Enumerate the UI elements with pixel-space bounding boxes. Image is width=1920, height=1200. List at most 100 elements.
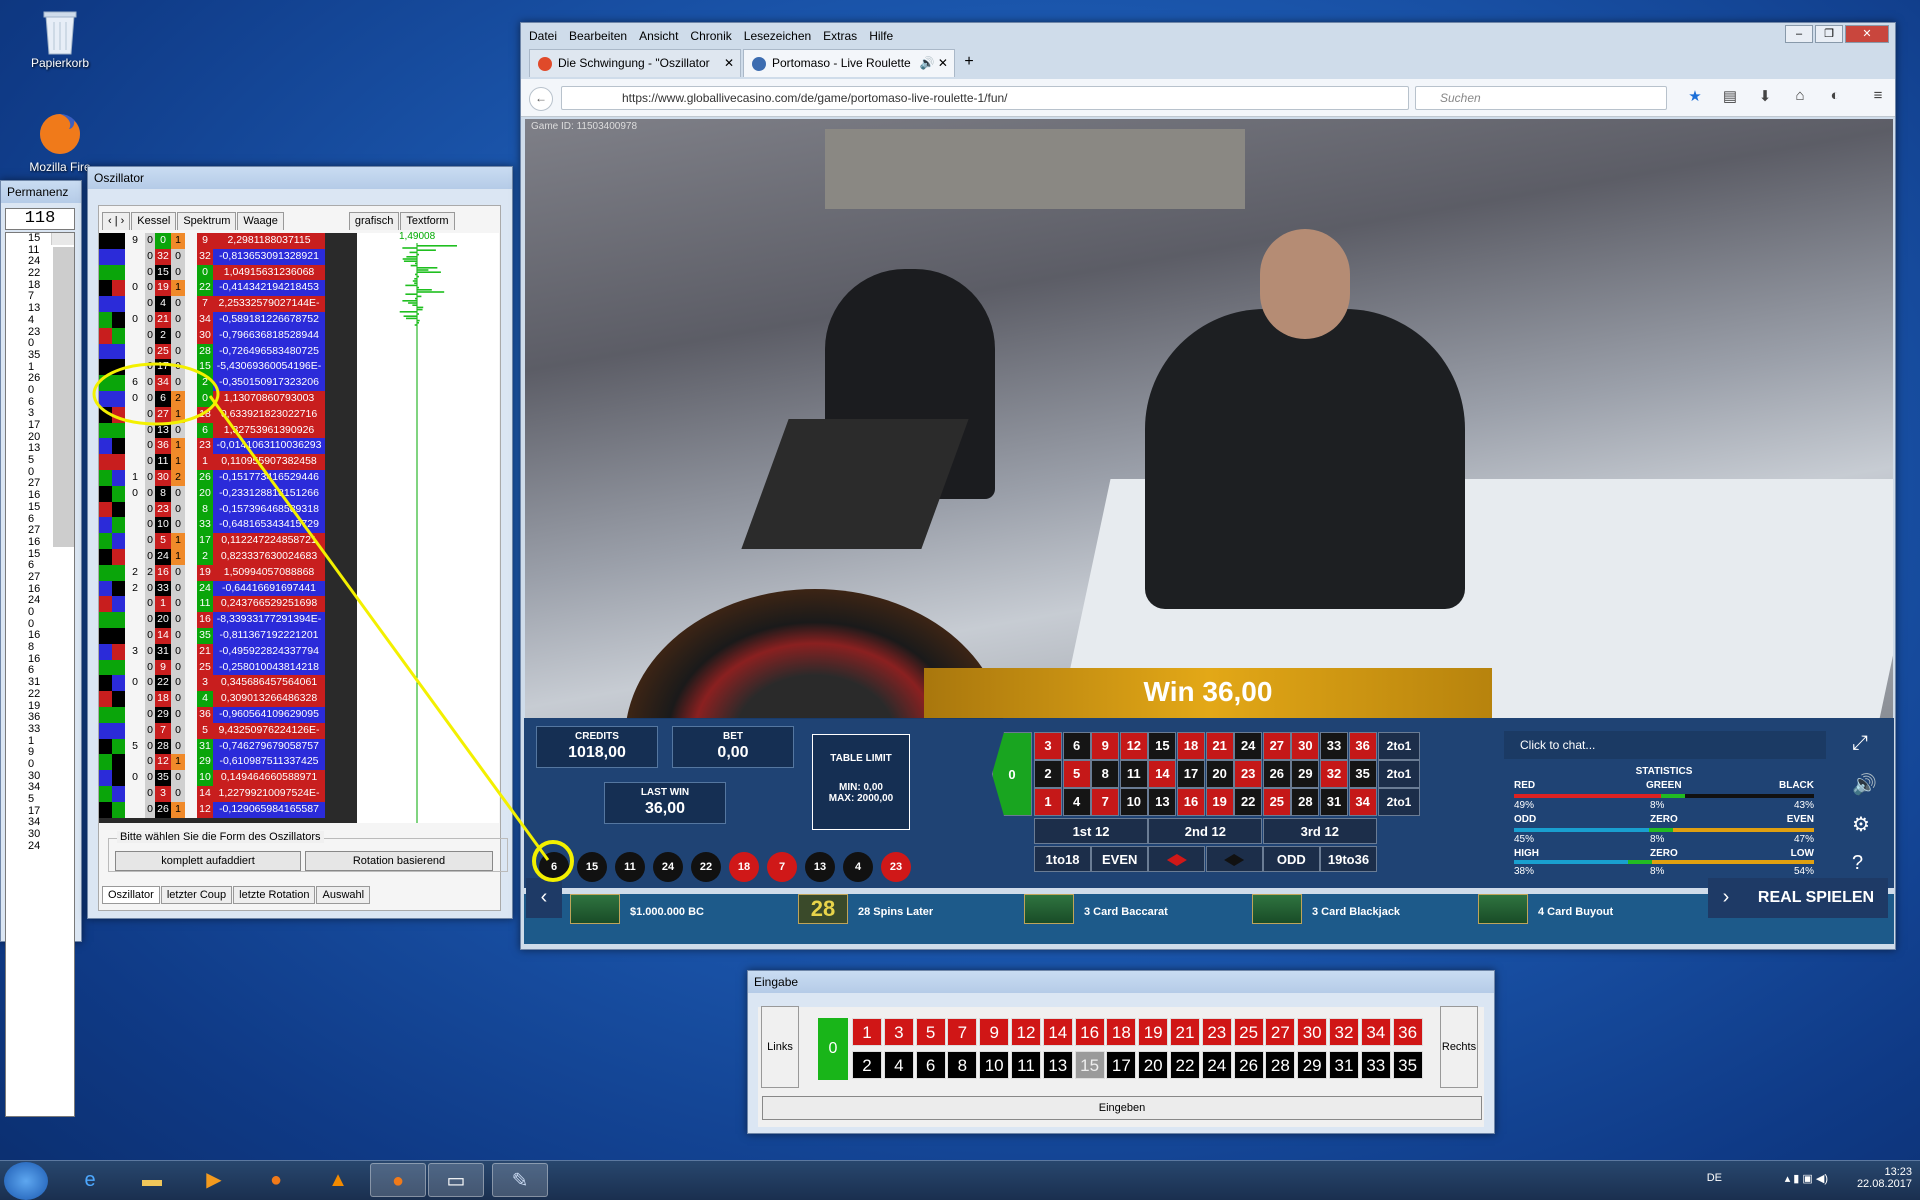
taskbar-app-icon[interactable]: ✎	[492, 1163, 548, 1197]
permanenz-list[interactable]: 15 11 24 22 18 7 13 4 23 0 35 1 26 0 6 3 17 20 13 5 0 27 16 15 6…	[5, 232, 75, 1117]
tab-portomaso[interactable]: Portomaso - Live Roulette 🔊 ✕	[743, 49, 955, 77]
eingabe-number[interactable]: 6	[915, 1051, 946, 1079]
permanenz-entry[interactable]: 0	[6, 606, 74, 619]
bet-number[interactable]: 10	[1119, 788, 1148, 816]
permanenz-entry[interactable]: 31	[6, 676, 74, 689]
bookmark-star-icon[interactable]: ★	[1683, 87, 1707, 105]
menu-bearbeiten[interactable]: Bearbeiten	[569, 29, 627, 43]
permanenz-entry[interactable]: 19	[6, 700, 74, 713]
bet-dozen[interactable]: 2nd 12	[1148, 818, 1263, 844]
bet-number[interactable]: 29	[1291, 760, 1320, 788]
download-icon[interactable]: ⬇	[1753, 87, 1777, 105]
minimize-button[interactable]: –	[1785, 25, 1813, 43]
close-tab-icon[interactable]: 🔊 ✕	[920, 50, 948, 76]
eingabe-number[interactable]: 18	[1106, 1018, 1137, 1046]
menu-datei[interactable]: Datei	[529, 29, 557, 43]
bet-number[interactable]: 31	[1320, 788, 1348, 816]
bet-number[interactable]: 1	[1034, 788, 1062, 816]
bet-number[interactable]: 33	[1320, 732, 1348, 760]
bet-number[interactable]: 28	[1291, 788, 1320, 816]
eingabe-number[interactable]: 31	[1329, 1051, 1359, 1079]
bet-number[interactable]: 19	[1205, 788, 1234, 816]
eingabe-number[interactable]: 25	[1233, 1018, 1264, 1046]
close-tab-icon[interactable]: ✕	[724, 50, 734, 76]
bet-number[interactable]: 24	[1234, 732, 1263, 760]
bet-outside[interactable]: 1to18	[1034, 846, 1091, 872]
permanenz-entry[interactable]: 34	[6, 817, 74, 829]
taskbar-firefox-icon[interactable]: ●	[248, 1163, 304, 1197]
eingabe-number[interactable]: 32	[1329, 1018, 1359, 1046]
real-spielen-button[interactable]: REAL SPIELEN	[1744, 878, 1888, 918]
eingabe-number[interactable]: 3	[883, 1018, 914, 1046]
permanenz-entry[interactable]: 30	[6, 828, 74, 841]
komplett-aufaddiert-button[interactable]: komplett aufaddiert	[115, 851, 301, 871]
bet-number[interactable]: 20	[1205, 760, 1234, 788]
promo-next-button[interactable]: ›	[1708, 878, 1744, 918]
promo-28-spins[interactable]: 28 28 Spins Later	[798, 894, 933, 924]
taskbar-window-icon[interactable]: ▭	[428, 1163, 484, 1197]
bet-number[interactable]: 6	[1062, 732, 1091, 760]
permanenz-entry[interactable]: 22	[6, 688, 74, 701]
bet-number[interactable]: 13	[1148, 788, 1177, 816]
bet-number[interactable]: 7	[1091, 788, 1120, 816]
links-button[interactable]: Links	[761, 1006, 799, 1088]
eingabe-number[interactable]: 20	[1138, 1051, 1169, 1079]
promo-buyout[interactable]: 4 Card Buyout	[1478, 894, 1613, 924]
permanenz-scrollbar[interactable]	[51, 233, 74, 547]
eingabe-number[interactable]: 19	[1138, 1018, 1169, 1046]
permanenz-entry[interactable]: 16	[6, 653, 74, 666]
bet-outside[interactable]: ODD	[1262, 846, 1320, 872]
eingabe-number[interactable]: 12	[1011, 1018, 1041, 1046]
bet-number[interactable]: 14	[1148, 760, 1177, 788]
chat-input[interactable]: Click to chat...	[1504, 731, 1826, 759]
tab-nav[interactable]: ‹ | ›	[102, 212, 131, 230]
fullscreen-icon[interactable]: ⤢	[1852, 732, 1868, 755]
bet-number[interactable]: 3	[1034, 732, 1062, 760]
eingabe-number[interactable]: 16	[1074, 1018, 1105, 1046]
bet-column[interactable]: 2to1	[1378, 760, 1420, 788]
tab-letzte-rotation[interactable]: letzte Rotation	[233, 886, 316, 904]
bet-number[interactable]: 16	[1177, 788, 1205, 816]
tab-grafisch[interactable]: grafisch	[348, 212, 400, 230]
menu-icon[interactable]: ≡	[1866, 87, 1890, 105]
scrollbar-thumb[interactable]	[53, 247, 74, 547]
eingabe-number[interactable]: 5	[915, 1018, 946, 1046]
bet-number[interactable]: 12	[1119, 732, 1148, 760]
bet-number[interactable]: 30	[1291, 732, 1320, 760]
bet-number[interactable]: 21	[1205, 732, 1234, 760]
eingabe-number[interactable]: 1	[852, 1018, 882, 1046]
bet-column[interactable]: 2to1	[1378, 788, 1420, 816]
bet-red[interactable]	[1148, 846, 1206, 872]
bet-number[interactable]: 27	[1262, 732, 1291, 760]
start-button[interactable]	[4, 1162, 48, 1200]
rechts-button[interactable]: Rechts	[1440, 1006, 1478, 1088]
desktop-icon-recycle-bin[interactable]: Papierkorb	[12, 8, 108, 70]
bet-number[interactable]: 5	[1062, 760, 1091, 788]
eingabe-zero[interactable]: 0	[818, 1018, 848, 1080]
permanenz-entry[interactable]: 17	[6, 805, 74, 818]
tab-oszillator-page[interactable]: Die Schwingung - "Oszillator ✕	[529, 49, 741, 77]
back-button[interactable]: ←	[529, 87, 553, 111]
permanenz-entry[interactable]: 6	[6, 560, 74, 572]
taskbar-ie-icon[interactable]: e	[62, 1163, 118, 1197]
permanenz-entry[interactable]: 24	[6, 595, 74, 607]
permanenz-entry[interactable]: 16	[6, 583, 74, 596]
permanenz-entry[interactable]: 24	[6, 840, 74, 853]
tray-icons[interactable]: ▴ ▮ ▣ ◀)	[1785, 1172, 1828, 1185]
permanenz-entry[interactable]: 0	[6, 618, 74, 631]
bet-number[interactable]: 2	[1034, 760, 1062, 788]
bet-number[interactable]: 8	[1091, 760, 1120, 788]
eingabe-number[interactable]: 27	[1265, 1018, 1296, 1046]
menu-ansicht[interactable]: Ansicht	[639, 29, 678, 43]
bet-outside[interactable]: 19to36	[1320, 846, 1377, 872]
bet-column[interactable]: 2to1	[1378, 732, 1420, 760]
eingabe-number[interactable]: 36	[1392, 1018, 1423, 1046]
bet-number[interactable]: 4	[1062, 788, 1091, 816]
bet-number[interactable]: 26	[1262, 760, 1291, 788]
permanenz-entry[interactable]: 0	[6, 758, 74, 771]
permanenz-entry[interactable]: 30	[6, 770, 74, 783]
taskbar-media-player-icon[interactable]: ▶	[186, 1163, 242, 1197]
eingabe-number[interactable]: 30	[1297, 1018, 1328, 1046]
eingabe-number[interactable]: 34	[1360, 1018, 1391, 1046]
permanenz-entry[interactable]: 27	[6, 571, 74, 584]
